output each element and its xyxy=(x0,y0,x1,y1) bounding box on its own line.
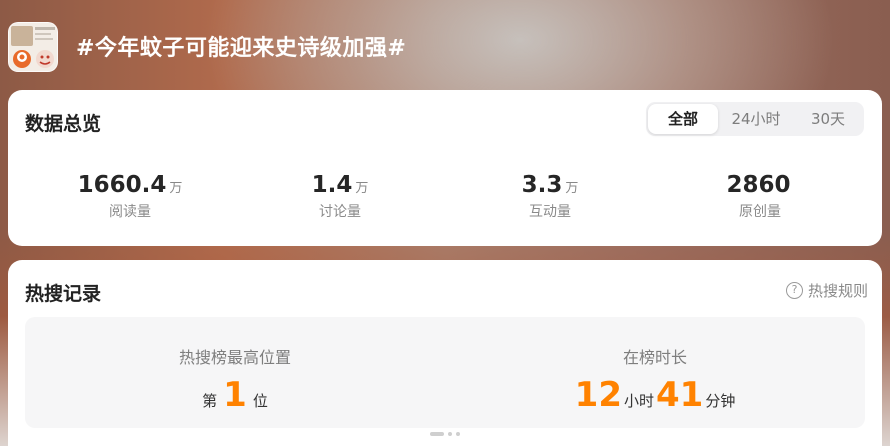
stat-label: 阅读量 xyxy=(109,204,151,220)
topic-title: #今年蚊子可能迎来史诗级加强# xyxy=(76,36,407,61)
page-dot xyxy=(456,432,460,436)
hot-search-panel: 热搜榜最高位置 第 1 位 在榜时长 12 小时 41 分钟 xyxy=(25,317,865,428)
stat-label: 原创量 xyxy=(739,204,781,220)
stat-unit: 万 xyxy=(169,181,183,196)
rank-prefix: 第 xyxy=(202,392,218,410)
page-indicator xyxy=(430,432,460,436)
topic-header: #今年蚊子可能迎来史诗级加强# xyxy=(0,0,890,90)
minutes-unit: 分钟 xyxy=(705,392,736,410)
stat-value: 1.4 xyxy=(311,172,353,198)
topic-avatar[interactable] xyxy=(8,22,58,72)
overview-title: 数据总览 xyxy=(25,113,102,135)
tab-30d[interactable]: 30天 xyxy=(794,104,862,134)
data-overview-card: 数据总览 全部 24小时 30天 1660.4 万 阅读量 1.4 万 讨论量 … xyxy=(8,90,882,246)
duration-block: 在榜时长 12 小时 41 分钟 xyxy=(445,317,865,428)
stat-reads: 1660.4 万 阅读量 xyxy=(20,172,240,221)
stat-value: 3.3 xyxy=(521,172,563,198)
hours-unit: 小时 xyxy=(623,392,654,410)
stat-unit: 万 xyxy=(355,181,369,196)
topic-avatar-image xyxy=(9,23,57,71)
stat-interactions: 3.3 万 互动量 xyxy=(440,172,660,221)
stat-label: 讨论量 xyxy=(319,204,361,220)
time-range-tabs: 全部 24小时 30天 xyxy=(646,102,864,136)
hot-search-rules-link[interactable]: ? 热搜规则 xyxy=(785,280,868,301)
stat-value: 2860 xyxy=(726,172,791,198)
rules-label: 热搜规则 xyxy=(807,282,868,300)
hot-search-title: 热搜记录 xyxy=(25,283,102,305)
stat-unit: 万 xyxy=(565,181,579,196)
stat-original: 2860 原创量 xyxy=(650,172,870,221)
tab-24h[interactable]: 24小时 xyxy=(718,104,794,134)
best-rank-label: 热搜榜最高位置 xyxy=(178,348,291,367)
stat-label: 互动量 xyxy=(529,204,571,220)
stats-row: 1660.4 万 阅读量 1.4 万 讨论量 3.3 万 互动量 2860 原创 xyxy=(8,172,882,232)
duration-minutes: 41 xyxy=(656,375,704,415)
rank-suffix: 位 xyxy=(252,392,268,410)
rank-value: 1 xyxy=(223,375,247,415)
stat-discussions: 1.4 万 讨论量 xyxy=(230,172,450,221)
duration-hours: 12 xyxy=(574,375,622,415)
tab-all[interactable]: 全部 xyxy=(648,104,718,134)
page-dot xyxy=(448,432,452,436)
hot-search-card: 热搜记录 ? 热搜规则 热搜榜最高位置 第 1 位 在榜时长 12 小时 41 … xyxy=(8,260,882,446)
duration-label: 在榜时长 xyxy=(622,348,687,367)
page-dot-active xyxy=(430,432,444,436)
question-circle-icon: ? xyxy=(785,282,803,299)
stat-value: 1660.4 xyxy=(77,172,167,198)
best-rank-block: 热搜榜最高位置 第 1 位 xyxy=(25,317,445,428)
